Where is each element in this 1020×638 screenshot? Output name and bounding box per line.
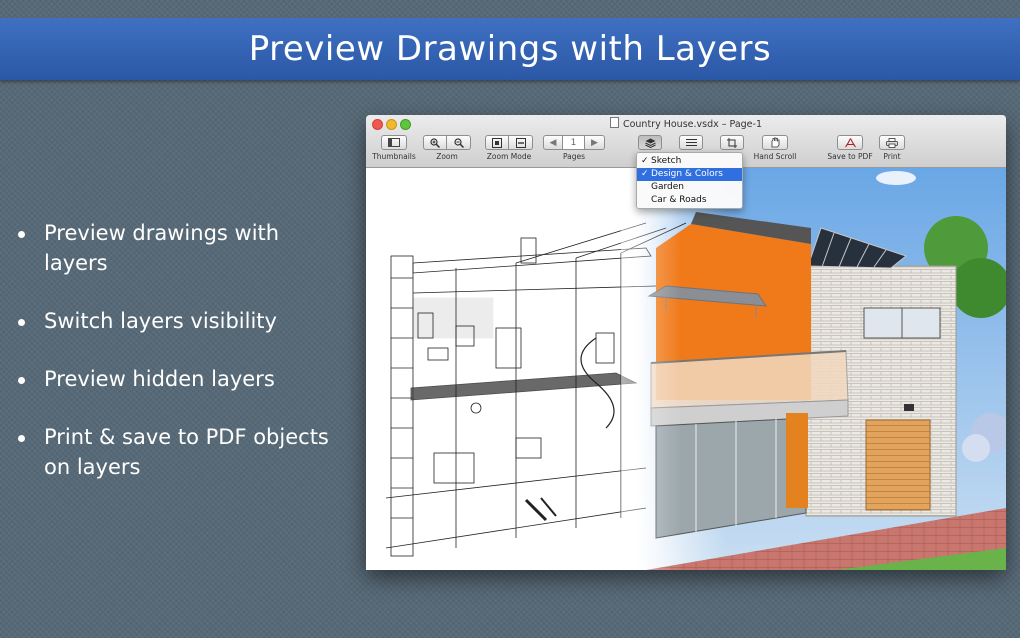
feature-item: Preview hidden layers [18, 364, 338, 394]
layers-group [637, 135, 663, 150]
thumbnails-button[interactable] [381, 135, 407, 150]
chevron-left-icon: ◀ [549, 137, 557, 148]
page-number: 1 [570, 137, 577, 148]
bullet-icon [18, 319, 25, 326]
fit-page-icon [492, 137, 502, 148]
garage-door [865, 419, 931, 511]
layer-item-design-colors[interactable]: ✓ Design & Colors [637, 168, 742, 181]
zoom-label: Zoom [436, 152, 458, 161]
feature-text: Switch layers visibility [44, 309, 277, 333]
crop-icon [727, 137, 737, 148]
list-icon [685, 139, 697, 146]
crop-group [719, 135, 745, 150]
pages-group: ◀ 1 ▶ Pages [543, 135, 605, 161]
chevron-right-icon: ▶ [591, 137, 598, 148]
save-pdf-group: Save to PDF [824, 135, 876, 161]
save-pdf-button[interactable] [837, 135, 863, 150]
layer-item-label: Sketch [651, 156, 682, 166]
document-icon [609, 117, 619, 128]
layer-item-label: Design & Colors [651, 169, 723, 179]
fit-width-icon [515, 137, 526, 148]
bullet-icon [18, 377, 25, 384]
layer-item-sketch[interactable]: ✓ Sketch [637, 155, 742, 168]
hand-scroll-group: Hand Scroll [751, 135, 799, 161]
layer-item-label: Car & Roads [651, 195, 707, 205]
hand-scroll-label: Hand Scroll [753, 152, 797, 161]
sidebar-icon [388, 138, 400, 147]
feature-item: Switch layers visibility [18, 306, 338, 336]
thumbnails-group: Thumbnails [372, 135, 416, 161]
zoom-mode-group: Zoom Mode [479, 135, 539, 161]
feature-text: Print & save to PDF objects on layers [44, 425, 329, 479]
outline-button[interactable] [679, 135, 703, 150]
outline-group [678, 135, 704, 150]
save-pdf-label: Save to PDF [827, 152, 873, 161]
feature-item: Print & save to PDF objects on layers [18, 422, 338, 482]
checkmark-icon: ✓ [641, 169, 649, 179]
feature-text: Preview drawings with layers [44, 221, 280, 275]
layer-item-garden[interactable]: Garden [637, 181, 742, 194]
bullet-icon [18, 435, 25, 442]
bullet-icon [18, 231, 25, 238]
crop-button[interactable] [720, 135, 744, 150]
prev-page-button[interactable]: ◀ [543, 135, 563, 150]
hand-icon [771, 137, 780, 148]
drawing-canvas[interactable] [366, 168, 1006, 570]
feature-text: Preview hidden layers [44, 367, 275, 391]
layer-item-car-roads[interactable]: Car & Roads [637, 194, 742, 207]
fit-width-button[interactable] [509, 135, 533, 150]
pdf-icon [844, 137, 856, 147]
layers-icon [644, 138, 656, 148]
zoom-out-icon [453, 137, 464, 148]
layer-item-label: Garden [651, 182, 684, 192]
zoom-mode-label: Zoom Mode [486, 152, 532, 161]
title-banner: Preview Drawings with Layers [0, 18, 1020, 80]
cloud [876, 171, 916, 185]
thumbnails-label: Thumbnails [372, 152, 416, 161]
feature-item: Preview drawings with layers [18, 218, 338, 278]
print-label: Print [883, 152, 901, 161]
next-page-button[interactable]: ▶ [585, 135, 605, 150]
print-button[interactable] [879, 135, 905, 150]
hand-scroll-button[interactable] [762, 135, 788, 150]
print-group: Print [878, 135, 906, 161]
window-title-text: Country House.vsdx – Page-1 [622, 119, 763, 130]
feature-list: Preview drawings with layers Switch laye… [18, 218, 338, 510]
page-title: Preview Drawings with Layers [248, 29, 772, 69]
printer-icon [886, 137, 898, 148]
checkmark-icon: ✓ [641, 156, 649, 166]
layers-menu: ✓ Sketch ✓ Design & Colors Garden Car & Ro… [636, 152, 743, 209]
fit-page-button[interactable] [485, 135, 509, 150]
zoom-group: Zoom [422, 135, 472, 161]
page-number-field[interactable]: 1 [563, 135, 585, 150]
window-title: Country House.vsdx – Page-1 [366, 117, 1006, 130]
app-window: Country House.vsdx – Page-1 Thumbnails Z… [366, 115, 1006, 570]
zoom-in-icon [430, 137, 440, 148]
layers-button[interactable] [638, 135, 662, 150]
pages-label: Pages [562, 152, 586, 161]
zoom-out-button[interactable] [447, 135, 471, 150]
zoom-in-button[interactable] [423, 135, 447, 150]
